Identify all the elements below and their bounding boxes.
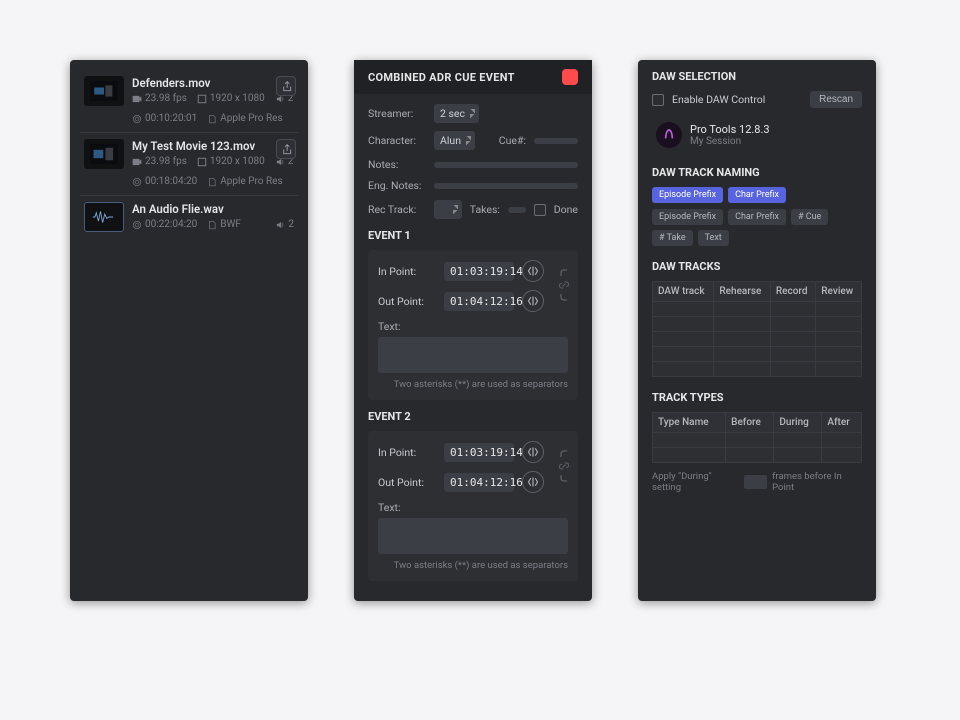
event2-in-timecode[interactable]: 01:03:19:14	[444, 443, 514, 462]
done-checkbox[interactable]	[534, 204, 546, 216]
event2-text-input[interactable]	[378, 518, 568, 554]
naming-active-tags: Episode Prefix Char Prefix	[652, 187, 862, 203]
col-typename: Type Name	[653, 413, 726, 433]
daw-session-name: My Session	[690, 136, 770, 147]
tag-episode-prefix[interactable]: Episode Prefix	[652, 187, 723, 203]
rectrack-select[interactable]	[434, 200, 462, 219]
col-review: Review	[816, 282, 862, 302]
event1-text-input[interactable]	[378, 337, 568, 373]
text-label: Text:	[378, 501, 568, 514]
naming-available-tags: Episode Prefix Char Prefix # Cue # Take …	[652, 209, 862, 246]
event1-in-timecode[interactable]: 01:03:19:14	[444, 262, 514, 281]
col-dawtrack: DAW track	[653, 282, 714, 302]
set-in-button[interactable]	[522, 260, 544, 282]
engnotes-label: Eng. Notes:	[368, 179, 426, 192]
in-label: In Point:	[378, 265, 436, 278]
daw-app-name: Pro Tools 12.8.3	[690, 123, 770, 136]
video-thumbnail	[84, 76, 124, 106]
file-row[interactable]: Defenders.mov 23.98 fps 1920 x 1080 2 00…	[80, 70, 298, 132]
cueno-input[interactable]	[534, 138, 578, 144]
panel-title: COMBINED ADR CUE EVENT	[368, 71, 515, 84]
apply-during-label-a: Apply "During" setting	[652, 471, 739, 493]
takes-label: Takes:	[470, 203, 500, 216]
cue-event-panel: COMBINED ADR CUE EVENT Streamer: 2 sec C…	[354, 60, 592, 601]
enable-daw-checkbox[interactable]	[652, 94, 664, 106]
rectrack-label: Rec Track:	[368, 203, 426, 216]
col-after: After	[822, 413, 862, 433]
text-label: Text:	[378, 320, 568, 333]
file-name: An Audio Flie.wav	[132, 202, 294, 216]
frames-input[interactable]	[744, 475, 767, 489]
event2-out-timecode[interactable]: 01:04:12:16	[444, 473, 514, 492]
character-label: Character:	[368, 134, 426, 147]
col-during: During	[774, 413, 822, 433]
share-icon[interactable]	[276, 76, 296, 96]
event1-box: In Point: 01:03:19:14 Out Point: 01:04:1…	[368, 250, 578, 400]
table-row[interactable]	[653, 347, 862, 362]
tag-text[interactable]: Text	[698, 230, 729, 246]
file-row[interactable]: My Test Movie 123.mov 23.98 fps 1920 x 1…	[80, 132, 298, 195]
col-rehearse: Rehearse	[714, 282, 770, 302]
tag-cue[interactable]: # Cue	[791, 209, 828, 225]
daw-selection-title: DAW SELECTION	[652, 70, 862, 83]
share-icon[interactable]	[276, 139, 296, 159]
protools-icon	[656, 122, 682, 148]
tag-char-prefix[interactable]: Char Prefix	[728, 187, 786, 203]
streamer-select[interactable]: 2 sec	[434, 104, 479, 123]
file-row[interactable]: An Audio Flie.wav 00:22:04:20 BWF 2	[80, 195, 298, 238]
table-row[interactable]	[653, 302, 862, 317]
table-row[interactable]	[653, 332, 862, 347]
table-row[interactable]	[653, 317, 862, 332]
event2-title: EVENT 2	[368, 410, 578, 423]
col-record: Record	[770, 282, 815, 302]
engnotes-input[interactable]	[434, 183, 578, 189]
set-in-button[interactable]	[522, 441, 544, 463]
takes-input[interactable]	[508, 207, 526, 213]
in-label: In Point:	[378, 446, 436, 459]
table-row[interactable]	[653, 433, 862, 448]
out-label: Out Point:	[378, 476, 436, 489]
daw-tracks-table: DAW track Rehearse Record Review	[652, 281, 862, 377]
video-thumbnail	[84, 139, 124, 169]
tag-take[interactable]: # Take	[652, 230, 693, 246]
out-label: Out Point:	[378, 295, 436, 308]
notes-input[interactable]	[434, 162, 578, 168]
separator-hint: Two asterisks (**) are used as separator…	[378, 560, 568, 571]
rescan-button[interactable]: Rescan	[810, 91, 862, 108]
table-row[interactable]	[653, 448, 862, 463]
event1-out-timecode[interactable]: 01:04:12:16	[444, 292, 514, 311]
file-name: My Test Movie 123.mov	[132, 139, 294, 153]
track-types-title: TRACK TYPES	[652, 391, 862, 404]
event1-title: EVENT 1	[368, 229, 578, 242]
enable-daw-label: Enable DAW Control	[672, 93, 765, 106]
daw-panel: DAW SELECTION Enable DAW Control Rescan …	[638, 60, 876, 601]
event2-box: In Point: 01:03:19:14 Out Point: 01:04:1…	[368, 431, 578, 581]
daw-naming-title: DAW TRACK NAMING	[652, 166, 862, 179]
apply-during-label-b: frames before In Point	[772, 471, 862, 493]
media-file-list: Defenders.mov 23.98 fps 1920 x 1080 2 00…	[70, 60, 308, 601]
record-indicator-icon[interactable]	[562, 69, 578, 85]
streamer-label: Streamer:	[368, 107, 426, 120]
daw-tracks-title: DAW TRACKS	[652, 260, 862, 273]
track-types-table: Type Name Before During After	[652, 412, 862, 463]
link-in-out-icon[interactable]	[558, 268, 570, 302]
set-out-button[interactable]	[522, 471, 544, 493]
done-label: Done	[554, 203, 578, 216]
daw-app-row[interactable]: Pro Tools 12.8.3 My Session	[652, 116, 862, 154]
notes-label: Notes:	[368, 158, 426, 171]
table-row[interactable]	[653, 362, 862, 377]
character-select[interactable]: Alun	[434, 131, 475, 150]
link-in-out-icon[interactable]	[558, 449, 570, 483]
tag-episode-prefix[interactable]: Episode Prefix	[652, 209, 723, 225]
separator-hint: Two asterisks (**) are used as separator…	[378, 379, 568, 390]
cueno-label: Cue#:	[499, 134, 526, 147]
set-out-button[interactable]	[522, 290, 544, 312]
file-name: Defenders.mov	[132, 76, 294, 90]
col-before: Before	[726, 413, 774, 433]
audio-thumbnail	[84, 202, 124, 232]
tag-char-prefix[interactable]: Char Prefix	[728, 209, 786, 225]
